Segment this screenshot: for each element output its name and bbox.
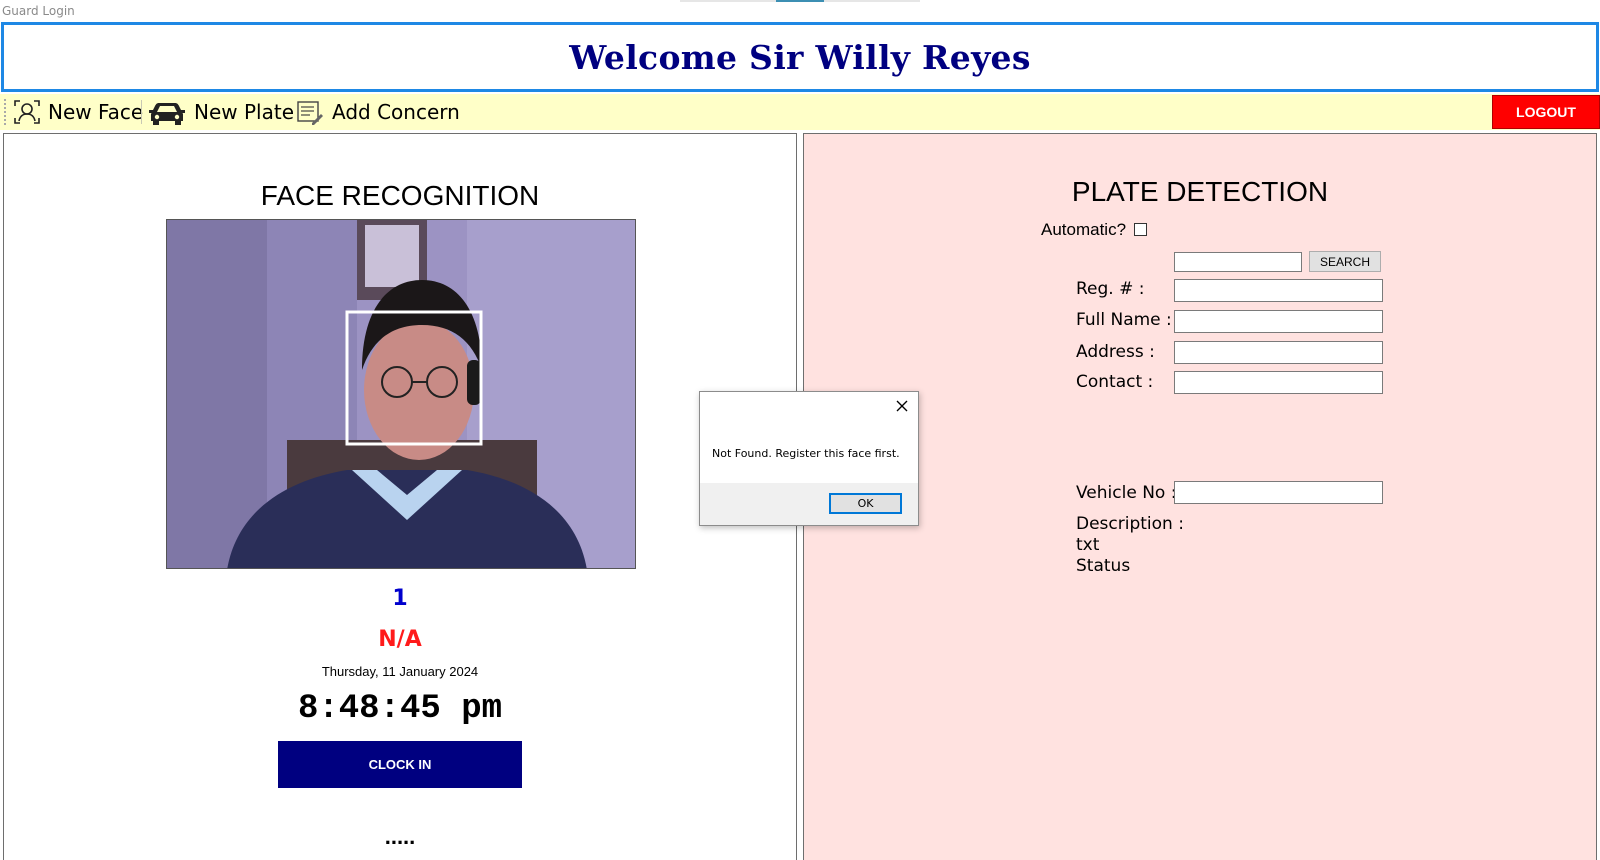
fullname-label: Full Name : (1076, 310, 1172, 330)
close-icon[interactable] (894, 398, 910, 414)
ok-button[interactable]: OK (829, 493, 902, 514)
welcome-banner: Welcome Sir Willy Reyes (1, 22, 1599, 92)
vehicle-field[interactable] (1174, 481, 1383, 504)
concern-form-icon (297, 101, 323, 125)
title-tab-strip (680, 0, 920, 2)
description-value: txt (1076, 535, 1100, 555)
window-titlebar: Guard Login (0, 0, 1600, 22)
fullname-field[interactable] (1174, 310, 1383, 333)
search-button[interactable]: SEARCH (1309, 251, 1381, 272)
clock-in-button[interactable]: CLOCK IN (278, 741, 522, 788)
new-face-button[interactable]: New Face (14, 94, 143, 130)
toolbar-grip[interactable] (4, 99, 6, 125)
reg-field[interactable] (1174, 279, 1383, 302)
car-icon (149, 103, 185, 125)
dialog-message: Not Found. Register this face first. (712, 447, 900, 460)
toolbar-separator (141, 100, 142, 124)
camera-feed (166, 219, 636, 569)
face-recognition-title: FACE RECOGNITION (260, 180, 540, 211)
window-title: Guard Login (2, 4, 75, 18)
plate-detection-title: PLATE DETECTION (1071, 176, 1329, 207)
automatic-checkbox[interactable] (1134, 223, 1147, 236)
address-label: Address : (1076, 342, 1155, 362)
status-dots: ..... (384, 824, 416, 849)
description-label: Description : (1076, 514, 1184, 534)
date-label: Thursday, 11 January 2024 (321, 664, 479, 679)
reg-label: Reg. # : (1076, 279, 1145, 299)
contact-field[interactable] (1174, 371, 1383, 394)
vehicle-label: Vehicle No : (1076, 483, 1177, 503)
address-field[interactable] (1174, 341, 1383, 364)
camera-image (167, 220, 635, 568)
search-input[interactable] (1174, 252, 1302, 272)
face-count: 1 (392, 586, 408, 611)
add-concern-button[interactable]: Add Concern (296, 94, 460, 130)
face-recognition-panel: FACE RECOGNITION 1 N/A Thursday, 11 Janu… (3, 133, 797, 860)
automatic-label: Automatic? (1041, 220, 1127, 239)
status-label: Status (1076, 556, 1131, 576)
plate-detection-panel: PLATE DETECTION Automatic? SEARCH Reg. #… (803, 133, 1597, 860)
face-name: N/A (378, 627, 422, 652)
new-face-label: New Face (48, 100, 144, 124)
logout-button[interactable]: LOGOUT (1492, 95, 1600, 129)
new-plate-label: New Plate (194, 100, 294, 124)
toolbar: New Face New Plate Add Concern LOGOUT (0, 94, 1600, 130)
face-scan-icon (14, 100, 40, 124)
add-concern-label: Add Concern (332, 100, 460, 124)
message-dialog: Not Found. Register this face first. OK (699, 391, 919, 526)
contact-label: Contact : (1076, 372, 1154, 392)
time-label: 8:48:45 pm (297, 690, 503, 728)
welcome-text: Welcome Sir Willy Reyes (569, 38, 1031, 77)
new-plate-button[interactable]: New Plate (148, 94, 294, 130)
